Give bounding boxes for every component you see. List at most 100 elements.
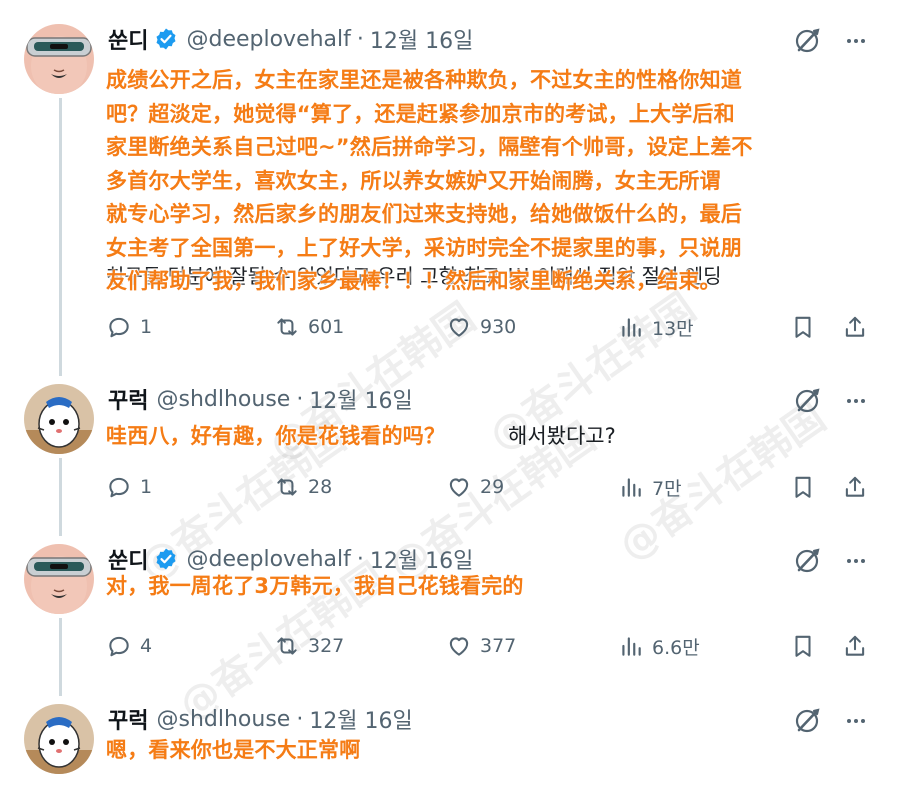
bookmark-button[interactable]: [790, 472, 816, 502]
verified-badge-icon: [156, 548, 176, 570]
more-options-icon[interactable]: [844, 709, 868, 733]
repost-button[interactable]: 601: [274, 312, 344, 342]
separator-dot: ·: [296, 386, 304, 412]
bookmark-icon: [795, 635, 811, 657]
action-bar: 4 327 377 6.6만: [106, 631, 876, 661]
tweet-text: 哇西八，好有趣，你是花钱看的吗？: [106, 420, 886, 454]
grok-icon[interactable]: [792, 386, 822, 416]
text-line: 友们帮助了我，我们家乡最棒！！！然后和家里断绝关系，结束。: [106, 269, 721, 293]
masked-face-avatar-icon: [24, 24, 94, 94]
text-line: 嗯，看来你也是不大正常啊: [106, 738, 361, 762]
bookmark-icon: [795, 316, 811, 338]
display-name[interactable]: 쑨디: [108, 23, 148, 55]
like-button[interactable]: 29: [446, 472, 504, 502]
tweet-text: 嗯，看来你也是不大正常啊: [106, 734, 886, 768]
separator-dot: ·: [356, 26, 364, 52]
share-button[interactable]: [842, 472, 868, 502]
tweet-text: 成绩公开之后，女主在家里还是被各种欺负，不过女主的性格你知道 吧？超淡定，她觉得…: [106, 64, 886, 299]
share-icon: [845, 316, 865, 337]
handle[interactable]: @shdlhouse: [156, 387, 290, 412]
views-count: 6.6만: [652, 636, 700, 659]
like-count: 930: [480, 316, 517, 338]
views-count: 7만: [652, 477, 682, 500]
handle[interactable]: @deeplovehalf: [186, 27, 350, 52]
heart-icon: [449, 318, 469, 337]
action-bar: 1 601 930 13만: [106, 312, 876, 342]
separator-dot: ·: [296, 706, 304, 732]
tweet-text: 对，我一周花了3万韩元，我自己花钱看完的: [106, 570, 886, 604]
like-button[interactable]: 377: [446, 631, 516, 661]
reply-count: 4: [140, 635, 153, 657]
text-line: 对，我一周花了3万韩元，我自己花钱看完的: [106, 574, 524, 598]
timestamp[interactable]: 12월 16일: [309, 703, 412, 735]
analytics-icon: [622, 637, 641, 656]
like-button[interactable]: 930: [446, 312, 516, 342]
reply-icon: [109, 636, 129, 657]
repost-button[interactable]: 28: [274, 472, 332, 502]
repost-count: 28: [308, 476, 333, 498]
text-line: 多首尔大学生，喜欢女主，所以养女嫉妒又开始闹腾，女主无所谓: [106, 168, 721, 193]
reply-button[interactable]: 4: [106, 631, 152, 661]
text-line: 吧？超淡定，她觉得“算了，还是赶紧参加京市的考试，上大学后和: [106, 101, 735, 126]
grok-icon[interactable]: [792, 706, 822, 736]
avatar[interactable]: [24, 384, 94, 454]
tweet-header: 꾸럭 @shdlhouse · 12월 16일: [108, 383, 413, 415]
timestamp[interactable]: 12월 16일: [370, 23, 473, 55]
bookmark-button[interactable]: [790, 631, 816, 661]
like-count: 29: [480, 476, 505, 498]
grok-icon[interactable]: [792, 26, 822, 56]
views-count: 13만: [652, 317, 694, 340]
bookmark-button[interactable]: [790, 312, 816, 342]
share-button[interactable]: [842, 312, 868, 342]
avatar[interactable]: [24, 704, 94, 774]
timestamp[interactable]: 12월 16일: [309, 383, 412, 415]
reply-count: 1: [140, 316, 153, 338]
masked-face-avatar-icon: [24, 544, 94, 614]
share-button[interactable]: [842, 631, 868, 661]
text-line: 成绩公开之后，女主在家里还是被各种欺负，不过女主的性格你知道: [106, 68, 742, 92]
repost-button[interactable]: 327: [274, 631, 344, 661]
text-line: 就专心学习，然后家乡的朋友们过来支持她，给她做饭什么的，最后: [106, 202, 742, 226]
repost-count: 601: [308, 316, 345, 338]
avatar[interactable]: [24, 544, 94, 614]
analytics-icon: [622, 318, 641, 337]
tweet[interactable]: 쑨디 @deeplovehalf · 12월 16일 친구들 덕분에 잘될 수 …: [0, 22, 898, 362]
more-options-icon[interactable]: [844, 389, 868, 413]
heart-icon: [449, 637, 469, 656]
more-options-icon[interactable]: [844, 29, 868, 53]
display-name[interactable]: 꾸럭: [108, 383, 148, 415]
analytics-icon: [622, 478, 641, 497]
action-bar: 1 28 29 7만: [106, 472, 876, 502]
tweet[interactable]: 꾸럭 @shdlhouse · 12월 16일 해서봤다고? 哇西八，好有趣，你…: [0, 382, 898, 532]
separator-dot: ·: [356, 546, 364, 572]
display-name[interactable]: 꾸럭: [108, 703, 148, 735]
reply-icon: [109, 477, 129, 498]
repost-count: 327: [308, 635, 345, 657]
tweet-header: 꾸럭 @shdlhouse · 12월 16일: [108, 703, 413, 735]
views-button[interactable]: 6.6만: [618, 631, 700, 661]
views-button[interactable]: 7만: [618, 472, 682, 502]
views-button[interactable]: 13만: [618, 312, 694, 342]
share-icon: [845, 635, 865, 656]
cartoon-egg-avatar-icon: [24, 384, 94, 454]
like-count: 377: [480, 635, 517, 657]
reply-count: 1: [140, 476, 153, 498]
avatar[interactable]: [24, 24, 94, 94]
bookmark-icon: [795, 476, 811, 498]
repost-icon: [277, 318, 297, 336]
text-line: 家里断绝关系自己过吧~”然后拼命学习，隔壁有个帅哥，设定上差不: [106, 135, 753, 159]
text-line: 哇西八，好有趣，你是花钱看的吗？: [106, 424, 446, 448]
reply-button[interactable]: 1: [106, 312, 152, 342]
reply-button[interactable]: 1: [106, 472, 152, 502]
tweet[interactable]: 꾸럭 @shdlhouse · 12월 16일 嗯，看来你也是不大正常啊: [0, 702, 898, 787]
repost-icon: [277, 637, 297, 655]
handle[interactable]: @deeplovehalf: [186, 547, 350, 572]
tweet-header: 쑨디 @deeplovehalf · 12월 16일: [108, 23, 473, 55]
cartoon-egg-avatar-icon: [24, 704, 94, 774]
verified-badge-icon: [156, 28, 176, 50]
text-line: 女主考了全国第一，上了好大学，采访时完全不提家里的事，只说朋: [106, 235, 742, 260]
share-icon: [845, 476, 865, 497]
tweet[interactable]: 쑨디 @deeplovehalf · 12월 16일 对，我一周花了3万韩元，我…: [0, 542, 898, 692]
repost-icon: [277, 478, 297, 496]
handle[interactable]: @shdlhouse: [156, 707, 290, 732]
